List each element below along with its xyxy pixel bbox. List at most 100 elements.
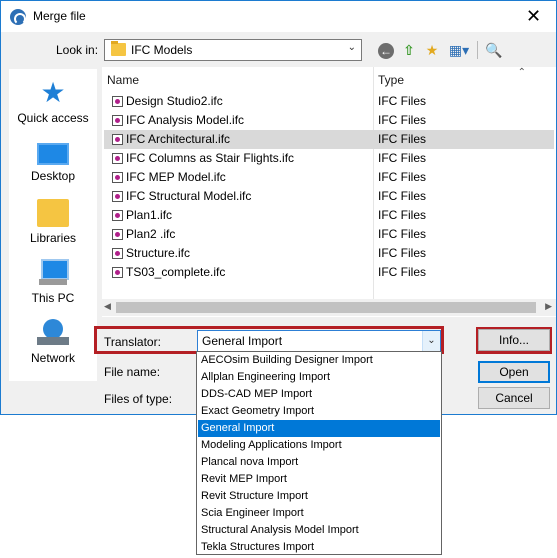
back-button[interactable]: ← (376, 40, 396, 60)
file-name: Plan2 .ifc (126, 227, 176, 241)
place-label: Network (30, 351, 75, 365)
title-bar: Merge file ✕ (1, 1, 556, 32)
place-this-pc[interactable]: This PC (9, 259, 97, 305)
file-row[interactable]: IFC MEP Model.ifc IFC Files (104, 168, 554, 187)
chevron-down-icon[interactable]: ⌄ (422, 331, 440, 351)
file-row[interactable]: Structure.ifc IFC Files (104, 244, 554, 263)
places-bar: ★ Quick access Desktop Libraries This PC… (9, 69, 97, 381)
look-in-label: Look in: (56, 43, 99, 57)
translator-option[interactable]: Scia Engineer Import (198, 505, 440, 522)
scroll-left-icon[interactable]: ◀ (104, 301, 111, 312)
translator-option[interactable]: Tekla Structures Import (198, 539, 440, 556)
preview-button[interactable]: 🔍 (484, 40, 504, 60)
info-button[interactable]: Info... (478, 329, 550, 351)
look-in-value: IFC Models (131, 43, 193, 57)
file-row-selected[interactable]: IFC Architectural.ifc IFC Files (104, 130, 554, 149)
place-network[interactable]: Network (9, 319, 97, 365)
place-label: Desktop (30, 169, 76, 183)
star-icon: ★ (40, 77, 66, 108)
ifc-file-icon (112, 115, 123, 126)
ifc-file-icon (112, 153, 123, 164)
translator-option-highlighted[interactable]: General Import (198, 420, 440, 437)
chevron-down-icon: ⌄ (347, 42, 356, 53)
folder-icon (111, 41, 126, 56)
column-header-type[interactable]: Type (378, 73, 404, 87)
ifc-file-icon (112, 210, 123, 221)
file-row[interactable]: IFC Structural Model.ifc IFC Files (104, 187, 554, 206)
file-name: TS03_complete.ifc (126, 265, 226, 279)
translator-options-list[interactable]: AECOsim Building Designer Import Allplan… (196, 351, 442, 555)
file-name: IFC Columns as Stair Flights.ifc (126, 151, 295, 165)
translator-option[interactable]: Allplan Engineering Import (198, 369, 440, 386)
file-name: IFC Architectural.ifc (126, 132, 231, 146)
file-row[interactable]: Plan1.ifc IFC Files (104, 206, 554, 225)
place-label: Libraries (29, 231, 77, 245)
file-name: Plan1.ifc (126, 208, 173, 222)
column-header-name[interactable]: Name (107, 73, 139, 87)
horizontal-scrollbar[interactable]: ◀ ▶ (102, 299, 556, 316)
file-type: IFC Files (378, 151, 426, 165)
app-icon (10, 9, 26, 25)
file-type: IFC Files (378, 246, 426, 260)
translator-option[interactable]: Exact Geometry Import (198, 403, 440, 420)
file-type-label: Files of type: (104, 392, 173, 406)
file-name: IFC MEP Model.ifc (126, 170, 226, 184)
file-name: Design Studio2.ifc (126, 94, 223, 108)
ifc-file-icon (112, 96, 123, 107)
sort-caret-icon: ⌃ (517, 67, 526, 78)
toolbar-separator (477, 41, 478, 59)
file-type: IFC Files (378, 189, 426, 203)
translator-dropdown[interactable]: General Import ⌄ (197, 330, 441, 352)
ifc-file-icon (112, 248, 123, 259)
file-type: IFC Files (378, 208, 426, 222)
file-list[interactable]: Name Type ⌃ Design Studio2.ifc IFC Files … (102, 67, 556, 317)
file-row[interactable]: TS03_complete.ifc IFC Files (104, 263, 554, 282)
file-row[interactable]: Design Studio2.ifc IFC Files (104, 92, 554, 111)
look-in-dropdown[interactable]: IFC Models ⌄ (104, 39, 362, 61)
desktop-icon (37, 143, 69, 165)
file-row[interactable]: IFC Columns as Stair Flights.ifc IFC File… (104, 149, 554, 168)
file-name: IFC Analysis Model.ifc (126, 113, 245, 127)
new-folder-button[interactable]: ★ (422, 40, 442, 60)
file-name-label: File name: (104, 365, 161, 379)
translator-option[interactable]: Structural Analysis Model Import (198, 522, 440, 539)
translator-option[interactable]: Modeling Applications Import (198, 437, 440, 454)
ifc-file-icon (112, 267, 123, 278)
scrollbar-thumb[interactable] (116, 302, 536, 313)
cancel-button[interactable]: Cancel (478, 387, 550, 409)
file-type: IFC Files (378, 113, 426, 127)
translator-label: Translator: (104, 335, 161, 349)
file-type: IFC Files (378, 265, 426, 279)
view-menu-button[interactable]: ▦▾ (446, 40, 472, 60)
file-name: Structure.ifc (126, 246, 191, 260)
ifc-file-icon (112, 191, 123, 202)
file-type: IFC Files (378, 132, 426, 146)
ifc-file-icon (112, 229, 123, 240)
computer-icon (37, 259, 69, 287)
place-quick-access[interactable]: ★ Quick access (9, 77, 97, 126)
up-folder-button[interactable]: ⇧ (399, 40, 419, 60)
ifc-file-icon (112, 172, 123, 183)
scroll-right-icon[interactable]: ▶ (545, 301, 552, 312)
open-button[interactable]: Open (478, 361, 550, 383)
place-desktop[interactable]: Desktop (9, 139, 97, 183)
file-row[interactable]: IFC Analysis Model.ifc IFC Files (104, 111, 554, 130)
ifc-file-icon (112, 134, 123, 145)
translator-option[interactable]: Plancal nova Import (198, 454, 440, 471)
place-label: Quick access (17, 111, 89, 125)
translator-option[interactable]: Revit Structure Import (198, 488, 440, 505)
place-label: This PC (31, 291, 75, 305)
translator-value: General Import (202, 334, 283, 348)
libraries-icon (37, 199, 69, 227)
file-type: IFC Files (378, 227, 426, 241)
file-type: IFC Files (378, 94, 426, 108)
translator-option[interactable]: DDS-CAD MEP Import (198, 386, 440, 403)
file-row[interactable]: Plan2 .ifc IFC Files (104, 225, 554, 244)
network-icon (37, 319, 69, 347)
place-libraries[interactable]: Libraries (9, 199, 97, 245)
close-button[interactable]: ✕ (511, 1, 556, 31)
translator-option[interactable]: Revit MEP Import (198, 471, 440, 488)
file-name: IFC Structural Model.ifc (126, 189, 252, 203)
back-arrow-icon: ← (378, 43, 394, 59)
translator-option[interactable]: AECOsim Building Designer Import (198, 352, 440, 369)
